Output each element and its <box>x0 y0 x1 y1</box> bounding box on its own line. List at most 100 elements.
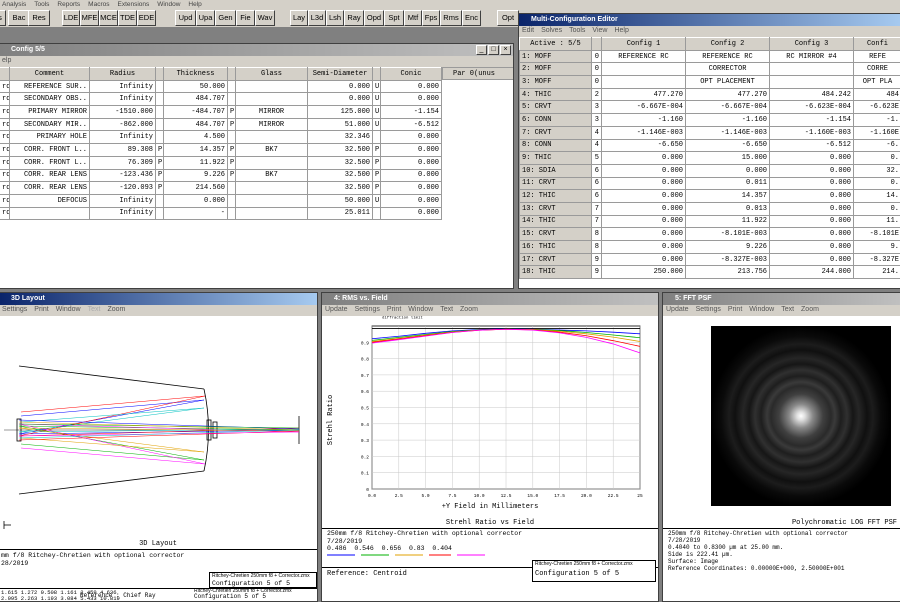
lde-radius-solve[interactable] <box>156 80 164 93</box>
mce-config-2-cell[interactable]: -8.101E-003 <box>686 228 770 241</box>
lde-type-cell[interactable]: rd <box>0 131 10 144</box>
toolbar-button-l3d[interactable]: L3d <box>308 10 326 26</box>
lde-conic-cell[interactable]: 0.000 <box>381 207 442 220</box>
lde-semi-diameter-cell[interactable]: 125.000 <box>308 106 373 119</box>
mce-menu-edit[interactable]: Edit <box>522 27 534 34</box>
toolbar-button-mtf[interactable]: Mtf <box>404 10 422 26</box>
mce-config-3-cell[interactable]: 0.000 <box>770 164 854 177</box>
mce-operand-cell[interactable]: 10: SDIA <box>520 164 592 177</box>
mce-config-2-cell[interactable]: 0.013 <box>686 202 770 215</box>
mce-config-2-cell[interactable]: -6.650 <box>686 139 770 152</box>
mce-config-2-cell[interactable]: -8.327E-003 <box>686 253 770 266</box>
lde-glass-cell[interactable] <box>236 194 308 207</box>
mce-config-4-cell[interactable]: 0. <box>854 177 900 190</box>
lde-semi-diameter-cell[interactable]: 32.500 <box>308 156 373 169</box>
lde-radius-cell[interactable]: -123.436 <box>90 169 156 182</box>
toolbar-button-lde[interactable]: LDE <box>62 10 80 26</box>
lde-semi-solve[interactable]: U <box>373 106 381 119</box>
mce-config-1-cell[interactable]: 0.000 <box>602 202 686 215</box>
table-row[interactable]: 17: CRVT90.000-8.327E-0030.000-8.327E <box>520 253 900 266</box>
mce-config-4-cell[interactable]: 214. <box>854 266 900 279</box>
menu-macros[interactable]: Macros <box>88 1 109 8</box>
psf-menu-zoom[interactable]: Zoom <box>801 306 819 313</box>
lde-semi-solve[interactable]: P <box>373 169 381 182</box>
menu-tools[interactable]: Tools <box>34 1 49 8</box>
mce-config-1-cell[interactable]: -1.146E-003 <box>602 126 686 139</box>
lde-glass-cell[interactable]: BK7 <box>236 169 308 182</box>
close-button[interactable]: × <box>500 45 511 55</box>
mce-config-3-cell[interactable]: 0.000 <box>770 202 854 215</box>
mce-config-2-cell[interactable]: REFERENCE RC <box>686 50 770 63</box>
mce-config-4-cell[interactable]: -6. <box>854 139 900 152</box>
lde-thickness-cell[interactable]: 0.000 <box>164 194 228 207</box>
minimize-button[interactable]: _ <box>476 45 487 55</box>
table-row[interactable]: rdDEFOCUSInfinity0.00050.000U0.000 <box>0 194 442 207</box>
table-row[interactable]: rdPRIMARY MIRROR-1510.000-484.707PMIRROR… <box>0 106 442 119</box>
toolbar-button-upd[interactable]: Upd <box>175 10 196 26</box>
lde-menu-help[interactable]: elp <box>2 57 11 64</box>
mce-config-3-cell[interactable]: -1.160E-003 <box>770 126 854 139</box>
lde-thickness-solve[interactable] <box>228 131 236 144</box>
table-row[interactable]: rdSECONDARY OBS..Infinity484.7070.000U0.… <box>0 93 442 106</box>
lde-type-cell[interactable]: rd <box>0 106 10 119</box>
lde-radius-cell[interactable]: -120.093 <box>90 182 156 195</box>
lde-radius-solve[interactable] <box>156 131 164 144</box>
lde-thickness-cell[interactable]: 11.922 <box>164 156 228 169</box>
rms-menu-settings[interactable]: Settings <box>355 306 380 313</box>
lde-semi-diameter-cell[interactable]: 32.500 <box>308 144 373 157</box>
lde-radius-solve[interactable]: P <box>156 144 164 157</box>
lde-radius-cell[interactable]: -862.000 <box>90 118 156 131</box>
mce-config-2-cell[interactable]: -1.146E-003 <box>686 126 770 139</box>
table-row[interactable]: 15: CRVT80.000-8.101E-0030.000-8.101E <box>520 228 900 241</box>
lde-semi-diameter-cell[interactable]: 25.011 <box>308 207 373 220</box>
toolbar-button-opt[interactable]: Opt <box>497 10 519 26</box>
lde-thickness-solve[interactable] <box>228 80 236 93</box>
table-row[interactable]: rdCORR. REAR LENS-120.093P214.56032.500P… <box>0 182 442 195</box>
table-row[interactable]: rdPRIMARY HOLEInfinity4.50032.3460.000 <box>0 131 442 144</box>
lde-radius-cell[interactable]: 76.309 <box>90 156 156 169</box>
table-row[interactable]: 2: MOFF0CORRECTORCORRE <box>520 63 900 76</box>
mce-menu-view[interactable]: View <box>592 27 607 34</box>
lde-thickness-solve[interactable]: P <box>228 118 236 131</box>
table-row[interactable]: rdCORR. FRONT L..89.308P14.357PBK732.500… <box>0 144 442 157</box>
lde-conic-cell[interactable]: 0.000 <box>381 93 442 106</box>
toolbar-button-tde[interactable]: TDE <box>118 10 137 26</box>
mce-config-2-cell[interactable]: -6.667E-004 <box>686 101 770 114</box>
lde-thickness-cell[interactable]: 9.226 <box>164 169 228 182</box>
mce-surface-cell[interactable]: 6 <box>592 164 602 177</box>
mce-config-2[interactable]: Config 2 <box>686 38 770 51</box>
table-row[interactable]: rdSECONDARY MIR..-862.000484.707PMIRROR5… <box>0 118 442 131</box>
mce-operand-cell[interactable]: 8: CONN <box>520 139 592 152</box>
mce-operand-cell[interactable]: 16: THIC <box>520 241 592 254</box>
mce-surface-cell[interactable]: 0 <box>592 50 602 63</box>
table-row[interactable]: 5: CRVT3-6.667E-004-6.667E-004-6.623E-00… <box>520 101 900 114</box>
lde-semi-solve[interactable]: U <box>373 93 381 106</box>
mce-surface-cell[interactable]: 2 <box>592 88 602 101</box>
toolbar-button-ray[interactable]: Ray <box>344 10 364 26</box>
mce-active-config[interactable]: Active : 5/5 <box>520 38 592 51</box>
lde-thickness-cell[interactable]: 4.500 <box>164 131 228 144</box>
lde-conic-cell[interactable]: 0.000 <box>381 182 442 195</box>
mce-config-3-cell[interactable]: 0.000 <box>770 190 854 203</box>
mce-config-3-cell[interactable]: 0.000 <box>770 241 854 254</box>
toolbar-button-enc[interactable]: Enc <box>462 10 481 26</box>
lde-comment-cell[interactable]: CORR. FRONT L.. <box>10 156 90 169</box>
mce-config-3-cell[interactable]: 0.000 <box>770 177 854 190</box>
lde-glass-cell[interactable] <box>236 80 308 93</box>
mce-config-1-cell[interactable]: 0.000 <box>602 177 686 190</box>
lde-radius-solve[interactable]: P <box>156 156 164 169</box>
lde-radius-cell[interactable]: Infinity <box>90 93 156 106</box>
lde-glass-cell[interactable]: MIRROR <box>236 106 308 119</box>
col-conic[interactable]: Conic <box>381 68 442 81</box>
table-row[interactable]: 12: THIC60.00014.3570.00014. <box>520 190 900 203</box>
mce-surface-cell[interactable]: 8 <box>592 228 602 241</box>
table-row[interactable]: 3: MOFF0OPT PLACEMENTOPT PLA <box>520 76 900 89</box>
col-thickness[interactable]: Thickness <box>164 68 228 81</box>
mce-config-2-cell[interactable]: 11.922 <box>686 215 770 228</box>
lde-semi-diameter-cell[interactable]: 32.346 <box>308 131 373 144</box>
table-row[interactable]: rdInfinity-25.0110.000 <box>0 207 442 220</box>
lde-conic-cell[interactable]: -6.512 <box>381 118 442 131</box>
table-row[interactable]: 16: THIC80.0009.2260.0009. <box>520 241 900 254</box>
menu-extensions[interactable]: Extensions <box>117 1 149 8</box>
mce-surface-cell[interactable]: 4 <box>592 126 602 139</box>
